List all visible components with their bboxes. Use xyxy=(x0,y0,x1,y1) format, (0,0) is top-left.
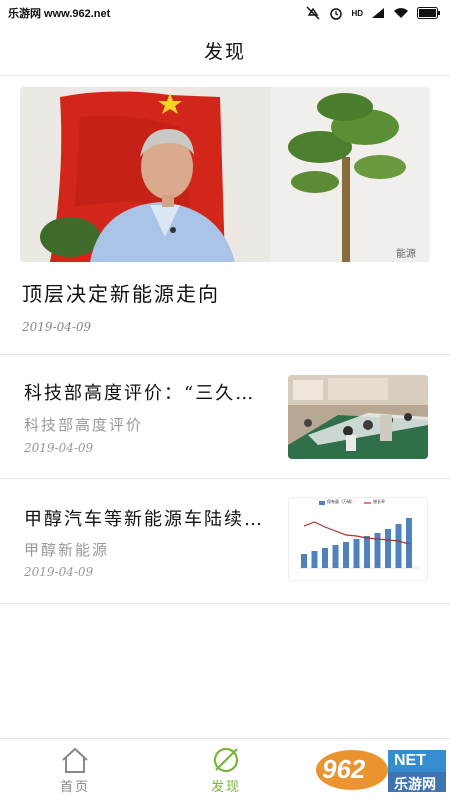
photo-watermark: 能源 xyxy=(396,249,416,260)
watermark-name: 乐游网 xyxy=(394,777,436,793)
list-item[interactable]: 科技部高度评价：“三久… 科技部高度评价 2019-04-09 xyxy=(0,355,450,479)
list-item[interactable]: 甲醇汽车等新能源车陆续… 甲醇新能源 2019-04-09 保有量（万辆） 增长… xyxy=(0,479,450,603)
thumbnail-bar xyxy=(395,524,402,568)
chart-legend-2: 增长率 xyxy=(373,499,385,504)
article-source: 科技部高度评价 xyxy=(24,416,144,434)
wifi-icon xyxy=(393,6,409,20)
thumbnail-bar xyxy=(353,539,360,568)
chart-thumbnail[interactable]: 保有量（万辆） 增长率 xyxy=(288,497,428,581)
discover-icon xyxy=(213,747,239,773)
watermark-suffix: NET xyxy=(394,752,426,769)
thumbnail-bar xyxy=(301,554,307,568)
mute-icon xyxy=(305,6,321,20)
page-header: 发现 xyxy=(0,26,450,76)
article-date: 2019-04-09 xyxy=(24,441,94,455)
article-source: 甲醇新能源 xyxy=(24,541,110,559)
divider xyxy=(0,603,450,604)
status-icons: HD xyxy=(305,6,442,20)
article-title[interactable]: 科技部高度评价：“三久… xyxy=(24,379,274,405)
article-thumbnail[interactable] xyxy=(288,375,428,459)
thumbnail-bar xyxy=(343,542,349,568)
tab-discover[interactable]: 发现 xyxy=(186,739,266,800)
tab-home-label: 首页 xyxy=(59,780,90,795)
status-bar: 乐游网 www.962.net HD xyxy=(0,0,450,26)
thumbnail-bar xyxy=(311,551,318,568)
chart-legend-1: 保有量（万辆） xyxy=(327,499,355,504)
carrier-text: 乐游网 www.962.net xyxy=(8,8,111,20)
alarm-icon xyxy=(328,6,344,20)
article-title[interactable]: 甲醇汽车等新能源车陆续… xyxy=(24,505,274,531)
thumbnail-bar xyxy=(332,545,339,568)
signal-icon xyxy=(370,6,386,20)
tab-discover-label: 发现 xyxy=(210,780,241,795)
hero-title[interactable]: 顶层决定新能源走向 xyxy=(22,278,220,307)
thumbnail-bar xyxy=(385,529,391,568)
tab-home[interactable]: 首页 xyxy=(35,739,115,800)
thumbnail-bar xyxy=(322,548,328,568)
hd-label: HD xyxy=(351,8,363,18)
page-title: 发现 xyxy=(203,41,246,63)
watermark-number: 962 xyxy=(322,754,366,784)
battery-icon xyxy=(416,6,442,20)
thumbnail-bar xyxy=(364,536,370,568)
site-watermark: 962 NET 乐游网 xyxy=(312,746,448,796)
hero-date: 2019-04-09 xyxy=(22,320,92,334)
article-date: 2019-04-09 xyxy=(24,565,94,579)
hero-image[interactable]: 能源 xyxy=(20,87,430,262)
home-icon xyxy=(62,747,88,773)
